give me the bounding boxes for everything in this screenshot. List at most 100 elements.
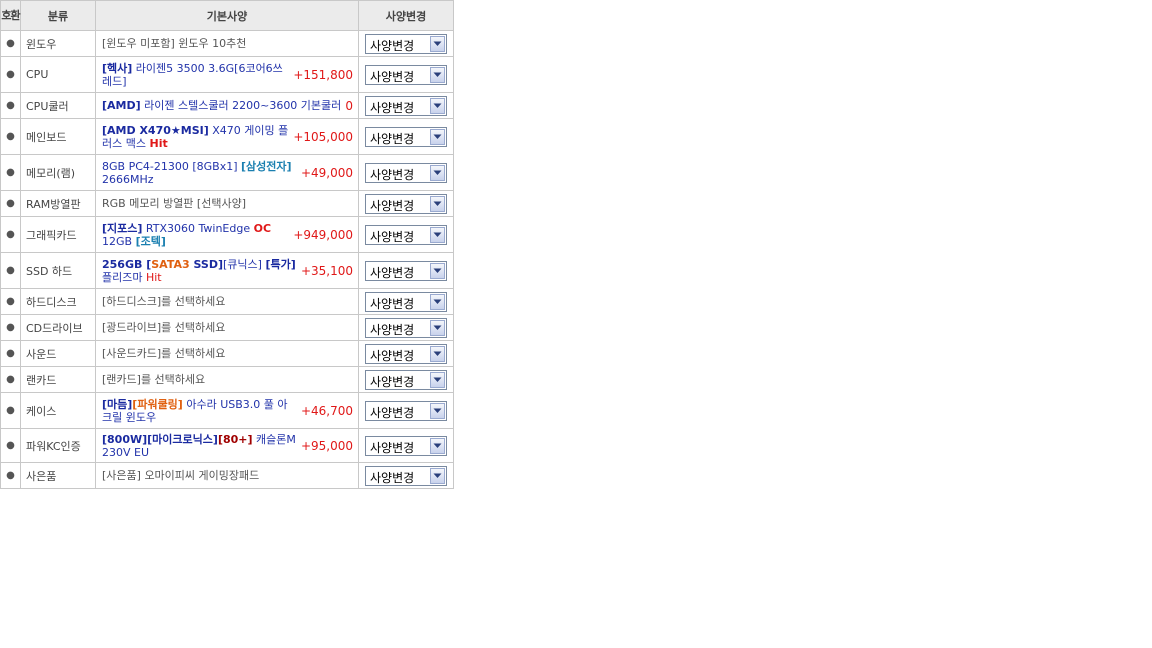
bullet-icon: ●	[0, 428, 21, 463]
spec-change-dropdown[interactable]: 사양변경	[365, 162, 447, 183]
chevron-down-icon[interactable]	[430, 195, 445, 212]
chevron-down-icon[interactable]	[430, 262, 445, 279]
table-row: ● RAM방열판 RGB 메모리 방열판 [선택사양] 사양변경	[0, 190, 454, 217]
spec-text: [조텍]	[135, 234, 166, 248]
header-change: 사양변경	[358, 0, 454, 31]
chevron-down-icon[interactable]	[430, 467, 445, 484]
bullet-icon: ●	[0, 314, 21, 341]
category-label: 케이스	[20, 392, 96, 429]
change-cell: 사양변경	[358, 252, 454, 289]
bullet-icon: ●	[0, 92, 21, 119]
chevron-down-icon[interactable]	[430, 97, 445, 114]
spec-description: [AMD] 라이젠 스텔스쿨러 2200~3600 기본쿨러	[102, 99, 341, 112]
category-label: RAM방열판	[20, 190, 96, 217]
category-label: 파워KC인증	[20, 428, 96, 463]
table-row: ● 사은품 [사은품] 오마이피씨 게이밍장패드 사양변경	[0, 462, 454, 489]
spec-text: 12GB	[102, 234, 136, 248]
dropdown-value: 사양변경	[370, 100, 415, 115]
spec-description: [AMD X470★MSI] X470 게이밍 플러스 맥스 Hit	[102, 124, 289, 150]
chevron-down-icon[interactable]	[430, 293, 445, 310]
bullet-icon: ●	[0, 216, 21, 253]
table-row: ● 그래픽카드 [지포스] RTX3060 TwinEdge OC 12GB [조텍…	[0, 216, 454, 253]
spec-cell: [헥사] 라이젠5 3500 3.6G[6코어6쓰레드] +151,800	[95, 56, 359, 93]
change-cell: 사양변경	[358, 392, 454, 429]
spec-text: Hit	[145, 270, 162, 284]
bullet-icon: ●	[0, 56, 21, 93]
spec-text: [지포스]	[102, 221, 143, 235]
bullet-icon: ●	[0, 462, 21, 489]
spec-change-dropdown[interactable]: 사양변경	[365, 400, 447, 421]
chevron-down-icon[interactable]	[430, 371, 445, 388]
table-row: ● 랜카드 [랜카드]를 선택하세요 사양변경	[0, 366, 454, 393]
spec-change-dropdown[interactable]: 사양변경	[365, 33, 447, 54]
spec-text: SATA3	[151, 257, 190, 271]
spec-description: [하드디스크]를 선택하세요	[102, 295, 225, 308]
table-row: ● 하드디스크 [하드디스크]를 선택하세요 사양변경	[0, 288, 454, 315]
spec-text: 256GB [	[102, 257, 152, 271]
bullet-icon: ●	[0, 30, 21, 57]
spec-change-dropdown[interactable]: 사양변경	[365, 193, 447, 214]
spec-change-dropdown[interactable]: 사양변경	[365, 95, 447, 116]
category-label: CPU	[20, 56, 96, 93]
chevron-down-icon[interactable]	[430, 66, 445, 83]
spec-text: [마듬]	[102, 397, 133, 411]
spec-description: 256GB [SATA3 SSD][큐닉스] [특가] 플리즈마 Hit	[102, 258, 297, 284]
spec-change-dropdown[interactable]: 사양변경	[365, 343, 447, 364]
table-row: ● 케이스 [마듬][파워쿨링] 아수라 USB3.0 풀 아크릴 윈도우 +46,7…	[0, 392, 454, 429]
change-cell: 사양변경	[358, 190, 454, 217]
table-row: ● SSD 하드 256GB [SATA3 SSD][큐닉스] [특가] 플리즈마 …	[0, 252, 454, 289]
chevron-down-icon[interactable]	[430, 226, 445, 243]
spec-text: 라이젠 스텔스쿨러 2200~3600 기본쿨러	[140, 99, 342, 112]
header-compat: 호환	[0, 0, 21, 31]
chevron-down-icon[interactable]	[430, 128, 445, 145]
dropdown-value: 사양변경	[370, 405, 415, 420]
dropdown-value: 사양변경	[370, 348, 415, 363]
category-label: 메모리(램)	[20, 154, 96, 191]
spec-cell: [광드라이브]를 선택하세요	[95, 314, 359, 341]
spec-description: [광드라이브]를 선택하세요	[102, 321, 225, 334]
spec-cell: [지포스] RTX3060 TwinEdge OC 12GB [조텍] +949,…	[95, 216, 359, 253]
table-row: ● 메인보드 [AMD X470★MSI] X470 게이밍 플러스 맥스 Hit +…	[0, 118, 454, 155]
change-cell: 사양변경	[358, 462, 454, 489]
spec-cell: [AMD] 라이젠 스텔스쿨러 2200~3600 기본쿨러 0	[95, 92, 359, 119]
spec-description: [헥사] 라이젠5 3500 3.6G[6코어6쓰레드]	[102, 62, 289, 88]
spec-change-dropdown[interactable]: 사양변경	[365, 126, 447, 147]
bullet-icon: ●	[0, 154, 21, 191]
table-row: ● 윈도우 [윈도우 미포함] 윈도우 10추천 사양변경	[0, 30, 454, 57]
table-row: ● CD드라이브 [광드라이브]를 선택하세요 사양변경	[0, 314, 454, 341]
chevron-down-icon[interactable]	[430, 35, 445, 52]
header-spec: 기본사양	[95, 0, 359, 31]
spec-text: 2666MHz	[102, 172, 154, 186]
price-delta: +46,700	[300, 403, 353, 418]
spec-text: [AMD X470	[102, 123, 171, 137]
spec-cell: [800W][마이크로닉스][80+] 캐슬론M 230V EU +95,000	[95, 428, 359, 463]
spec-change-dropdown[interactable]: 사양변경	[365, 435, 447, 456]
price-delta: +35,100	[300, 263, 353, 278]
chevron-down-icon[interactable]	[430, 319, 445, 336]
spec-change-dropdown[interactable]: 사양변경	[365, 369, 447, 390]
spec-change-dropdown[interactable]: 사양변경	[365, 64, 447, 85]
chevron-down-icon[interactable]	[430, 164, 445, 181]
dropdown-value: 사양변경	[370, 229, 415, 244]
chevron-down-icon[interactable]	[430, 345, 445, 362]
chevron-down-icon[interactable]	[430, 437, 445, 454]
spec-change-dropdown[interactable]: 사양변경	[365, 260, 447, 281]
category-label: 윈도우	[20, 30, 96, 57]
category-label: 하드디스크	[20, 288, 96, 315]
category-label: SSD 하드	[20, 252, 96, 289]
spec-change-dropdown[interactable]: 사양변경	[365, 291, 447, 312]
change-cell: 사양변경	[358, 216, 454, 253]
spec-change-dropdown[interactable]: 사양변경	[365, 224, 447, 245]
spec-change-dropdown[interactable]: 사양변경	[365, 317, 447, 338]
table-row: ● CPU [헥사] 라이젠5 3500 3.6G[6코어6쓰레드] +151,800…	[0, 56, 454, 93]
spec-cell: [하드디스크]를 선택하세요	[95, 288, 359, 315]
bullet-icon: ●	[0, 252, 21, 289]
table-row: ● 파워KC인증 [800W][마이크로닉스][80+] 캐슬론M 230V EU +…	[0, 428, 454, 463]
spec-cell: [사은품] 오마이피씨 게이밍장패드	[95, 462, 359, 489]
spec-change-dropdown[interactable]: 사양변경	[365, 465, 447, 486]
change-cell: 사양변경	[358, 154, 454, 191]
spec-text: [윈도우 미포함] 윈도우 10추천	[102, 37, 247, 50]
chevron-down-icon[interactable]	[430, 402, 445, 419]
spec-cell: [사운드카드]를 선택하세요	[95, 340, 359, 367]
change-cell: 사양변경	[358, 118, 454, 155]
